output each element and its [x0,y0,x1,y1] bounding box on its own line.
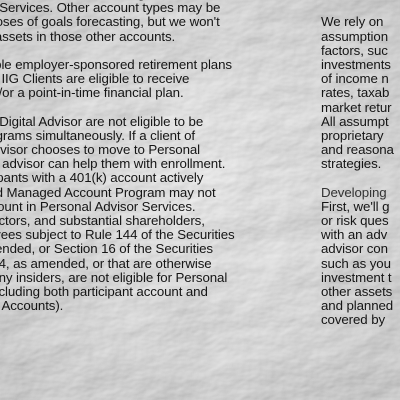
text-line: strategies. [321,156,382,172]
left-text-column: within this Plan will be ineligible to e… [0,0,296,328]
text-line: investment m [321,0,400,1]
paragraph: within this Plan will be ineligible to e… [0,0,296,44]
paragraph: gible employer-sponsored retirement plan… [0,56,296,101]
text-line: loyees subject to Rule 144 of the Securi… [0,227,235,243]
text-line: proprietary [321,127,384,143]
section-heading: Developing [321,184,387,200]
text-line: Advisor chooses to move to Personal [0,142,201,158]
text-line: mended, or Section 16 of the Securities [0,241,213,257]
text-line: and reasona [321,142,394,158]
text-line: icipants with a 401(k) account actively [0,170,204,186]
text-line: First, we'll g [321,198,390,214]
text-line: rograms simultaneously. If a client of [0,127,196,143]
text-line: ge Accounts). [1,298,64,314]
text-line: advisor con [321,241,388,257]
paragraph: rd Digital Advisor are not eligible to b… [0,113,296,314]
text-line: covered by [321,312,386,328]
text-line: nd/or a point-in-time financial plan. [0,85,184,101]
text-line: factors, suc [321,42,388,58]
text-line: as IIG Clients are eligible to receive [0,71,190,87]
text-line: and planned [321,298,394,314]
text-line: rposes of goals forecasting, but we won'… [0,14,220,30]
text-line: with an adv [321,227,388,243]
paragraph: We rely on assumption factors, suc investme… [321,15,400,171]
text-line: of income n [321,71,389,87]
text-line: ccount in Personal Advisor Services. [0,198,196,214]
text-line: assumption [321,28,388,44]
text-line: We rely on [321,14,384,30]
text-line: All assumpt [321,113,389,129]
text-line: rd Digital Advisor are not eligible to b… [0,113,204,129]
text-line: irectors, and substantial shareholders, [0,213,205,228]
right-text-column: investment m We rely onassumptionfactors,… [321,0,400,342]
text-line: gible employer-sponsored retirement plan… [0,56,232,72]
text-line: (including both participant account and [0,283,208,299]
text-line: 934, as amended, or that are otherwise [0,255,212,271]
text-line: an advisor can help them with enrollment… [0,156,226,172]
text-line: pany insiders, are not eligible for Pers… [0,269,228,285]
text-line: investment t [321,269,392,285]
paragraph: Developing First, we'll g or risk ques with… [321,184,400,328]
text-line: or risk ques [321,213,389,228]
document-page: within this Plan will be ineligible to e… [0,0,400,400]
text-line: rates, taxab [321,85,390,101]
text-line: or Services. Other account types may be [0,0,221,16]
text-line: investments [321,56,391,72]
text-line: e assets in those other accounts. [0,28,176,44]
text-line: other assets [321,283,393,299]
paragraph: investment m [321,0,400,1]
text-line: ard Managed Account Program may not [0,184,216,200]
text-line: market retur [321,99,392,115]
text-line: such as you [321,255,391,271]
